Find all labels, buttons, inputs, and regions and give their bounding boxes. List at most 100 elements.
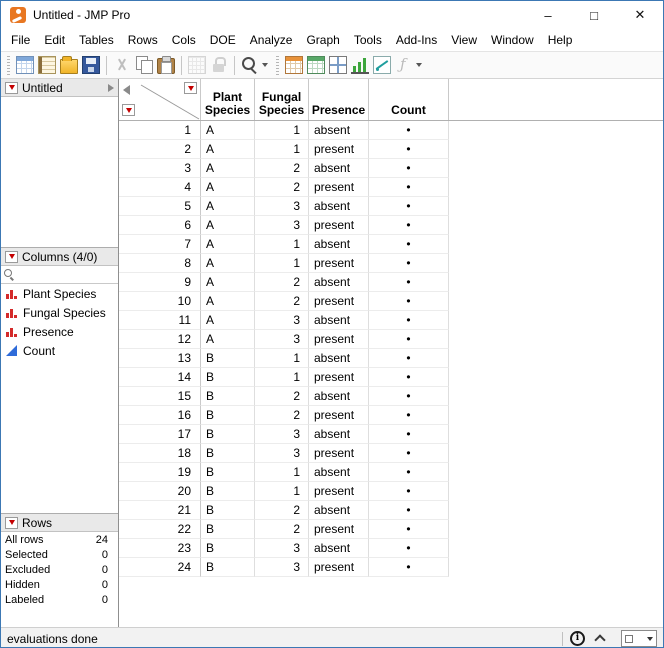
presence-cell[interactable]: present bbox=[309, 178, 369, 197]
row-number-cell[interactable]: 5 bbox=[119, 197, 201, 216]
plant-species-cell[interactable]: B bbox=[201, 368, 255, 387]
fungal-species-cell[interactable]: 2 bbox=[255, 406, 309, 425]
fungal-species-cell[interactable]: 3 bbox=[255, 197, 309, 216]
row-number-cell[interactable]: 15 bbox=[119, 387, 201, 406]
row-number-cell[interactable]: 1 bbox=[119, 121, 201, 140]
plant-species-cell[interactable]: A bbox=[201, 254, 255, 273]
presence-cell[interactable]: absent bbox=[309, 311, 369, 330]
presence-cell[interactable]: present bbox=[309, 520, 369, 539]
lock-icon[interactable] bbox=[210, 56, 228, 74]
plant-species-cell[interactable]: B bbox=[201, 558, 255, 577]
row-number-cell[interactable]: 17 bbox=[119, 425, 201, 444]
presence-cell[interactable]: present bbox=[309, 292, 369, 311]
menu-item-tools[interactable]: Tools bbox=[347, 30, 389, 50]
zoom-dropdown-icon[interactable] bbox=[262, 63, 268, 67]
count-cell[interactable]: • bbox=[369, 178, 449, 197]
row-number-cell[interactable]: 13 bbox=[119, 349, 201, 368]
menu-item-window[interactable]: Window bbox=[484, 30, 541, 50]
plant-species-cell[interactable]: A bbox=[201, 178, 255, 197]
fungal-species-cell[interactable]: 2 bbox=[255, 292, 309, 311]
column-header-count[interactable]: Count bbox=[369, 79, 449, 120]
row-number-cell[interactable]: 4 bbox=[119, 178, 201, 197]
column-item[interactable]: Fungal Species bbox=[1, 303, 118, 322]
menu-item-help[interactable]: Help bbox=[541, 30, 580, 50]
menu-item-rows[interactable]: Rows bbox=[121, 30, 165, 50]
fungal-species-cell[interactable]: 3 bbox=[255, 558, 309, 577]
plant-species-cell[interactable]: B bbox=[201, 482, 255, 501]
plant-species-cell[interactable]: A bbox=[201, 159, 255, 178]
column-header-fungal[interactable]: Fungal Species bbox=[255, 79, 309, 120]
formula-icon[interactable] bbox=[395, 55, 413, 74]
row-number-cell[interactable]: 2 bbox=[119, 140, 201, 159]
fungal-species-cell[interactable]: 3 bbox=[255, 311, 309, 330]
maximize-button[interactable]: □ bbox=[571, 1, 617, 29]
plant-species-cell[interactable]: B bbox=[201, 520, 255, 539]
count-cell[interactable]: • bbox=[369, 406, 449, 425]
copy-icon[interactable] bbox=[135, 56, 153, 74]
copy-table-icon[interactable] bbox=[188, 56, 206, 74]
row-number-cell[interactable]: 21 bbox=[119, 501, 201, 520]
count-cell[interactable]: • bbox=[369, 558, 449, 577]
menu-item-tables[interactable]: Tables bbox=[72, 30, 121, 50]
menu-item-addins[interactable]: Add-Ins bbox=[389, 30, 444, 50]
column-item[interactable]: Count bbox=[1, 341, 118, 360]
fungal-species-cell[interactable]: 1 bbox=[255, 368, 309, 387]
plant-species-cell[interactable]: B bbox=[201, 501, 255, 520]
fungal-species-cell[interactable]: 3 bbox=[255, 216, 309, 235]
count-cell[interactable]: • bbox=[369, 520, 449, 539]
column-item[interactable]: Plant Species bbox=[1, 284, 118, 303]
row-number-cell[interactable]: 12 bbox=[119, 330, 201, 349]
presence-cell[interactable]: absent bbox=[309, 159, 369, 178]
minimize-button[interactable]: – bbox=[525, 1, 571, 29]
plant-species-cell[interactable]: A bbox=[201, 292, 255, 311]
new-journal-icon[interactable] bbox=[38, 56, 56, 74]
menu-item-edit[interactable]: Edit bbox=[37, 30, 72, 50]
presence-cell[interactable]: absent bbox=[309, 235, 369, 254]
presence-cell[interactable]: absent bbox=[309, 387, 369, 406]
plant-species-cell[interactable]: A bbox=[201, 235, 255, 254]
menu-item-file[interactable]: File bbox=[4, 30, 37, 50]
columns-panel-menu-button[interactable] bbox=[5, 250, 18, 263]
row-number-cell[interactable]: 9 bbox=[119, 273, 201, 292]
fit-model-icon[interactable] bbox=[373, 56, 391, 74]
new-data-table-icon[interactable] bbox=[16, 56, 34, 74]
cut-icon[interactable] bbox=[113, 56, 131, 74]
fungal-species-cell[interactable]: 3 bbox=[255, 425, 309, 444]
column-header-presence[interactable]: Presence bbox=[309, 79, 369, 120]
rows-menu-button[interactable] bbox=[122, 104, 135, 116]
table-panel-menu-button[interactable] bbox=[5, 81, 18, 94]
fungal-species-cell[interactable]: 2 bbox=[255, 501, 309, 520]
plant-species-cell[interactable]: A bbox=[201, 311, 255, 330]
presence-cell[interactable]: present bbox=[309, 482, 369, 501]
count-cell[interactable]: • bbox=[369, 539, 449, 558]
presence-cell[interactable]: present bbox=[309, 216, 369, 235]
fungal-species-cell[interactable]: 2 bbox=[255, 273, 309, 292]
tabulate-icon[interactable] bbox=[285, 56, 303, 74]
plant-species-cell[interactable]: B bbox=[201, 539, 255, 558]
collapse-sidebar-icon[interactable] bbox=[123, 85, 130, 95]
row-number-cell[interactable]: 11 bbox=[119, 311, 201, 330]
fungal-species-cell[interactable]: 1 bbox=[255, 235, 309, 254]
presence-cell[interactable]: absent bbox=[309, 463, 369, 482]
row-number-cell[interactable]: 6 bbox=[119, 216, 201, 235]
window-tile-icon[interactable] bbox=[329, 56, 347, 74]
plant-species-cell[interactable]: B bbox=[201, 387, 255, 406]
fungal-species-cell[interactable]: 3 bbox=[255, 330, 309, 349]
count-cell[interactable]: • bbox=[369, 292, 449, 311]
plant-species-cell[interactable]: A bbox=[201, 330, 255, 349]
presence-cell[interactable]: absent bbox=[309, 425, 369, 444]
count-cell[interactable]: • bbox=[369, 273, 449, 292]
row-number-cell[interactable]: 19 bbox=[119, 463, 201, 482]
row-number-cell[interactable]: 3 bbox=[119, 159, 201, 178]
menu-item-cols[interactable]: Cols bbox=[165, 30, 203, 50]
presence-cell[interactable]: absent bbox=[309, 349, 369, 368]
plant-species-cell[interactable]: B bbox=[201, 349, 255, 368]
close-button[interactable]: ✕ bbox=[617, 1, 663, 29]
count-cell[interactable]: • bbox=[369, 482, 449, 501]
presence-cell[interactable]: absent bbox=[309, 501, 369, 520]
fungal-species-cell[interactable]: 2 bbox=[255, 520, 309, 539]
fungal-species-cell[interactable]: 1 bbox=[255, 121, 309, 140]
fungal-species-cell[interactable]: 1 bbox=[255, 254, 309, 273]
row-number-cell[interactable]: 24 bbox=[119, 558, 201, 577]
count-cell[interactable]: • bbox=[369, 197, 449, 216]
